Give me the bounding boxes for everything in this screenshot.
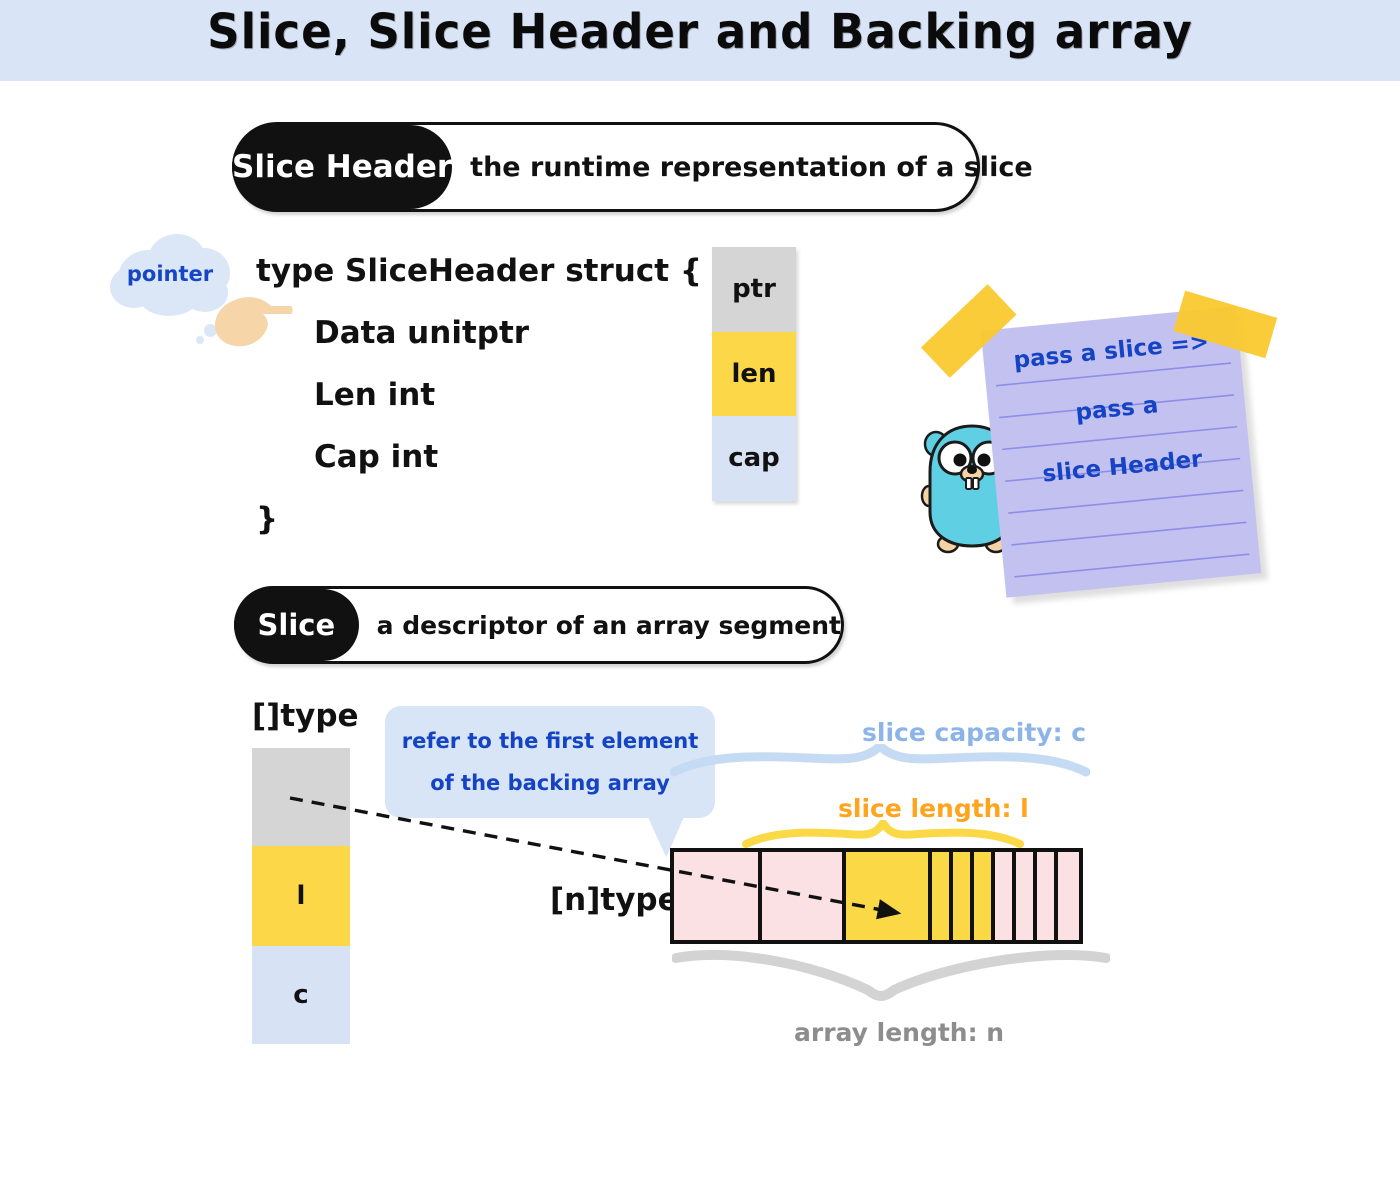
pointer-thought-bubble: pointer (104, 228, 236, 320)
diagram-canvas: Slice, Slice Header and Backing array Sl… (0, 0, 1400, 1200)
pointer-label: pointer (126, 262, 214, 286)
pointer-dashed-arrow (289, 796, 902, 920)
